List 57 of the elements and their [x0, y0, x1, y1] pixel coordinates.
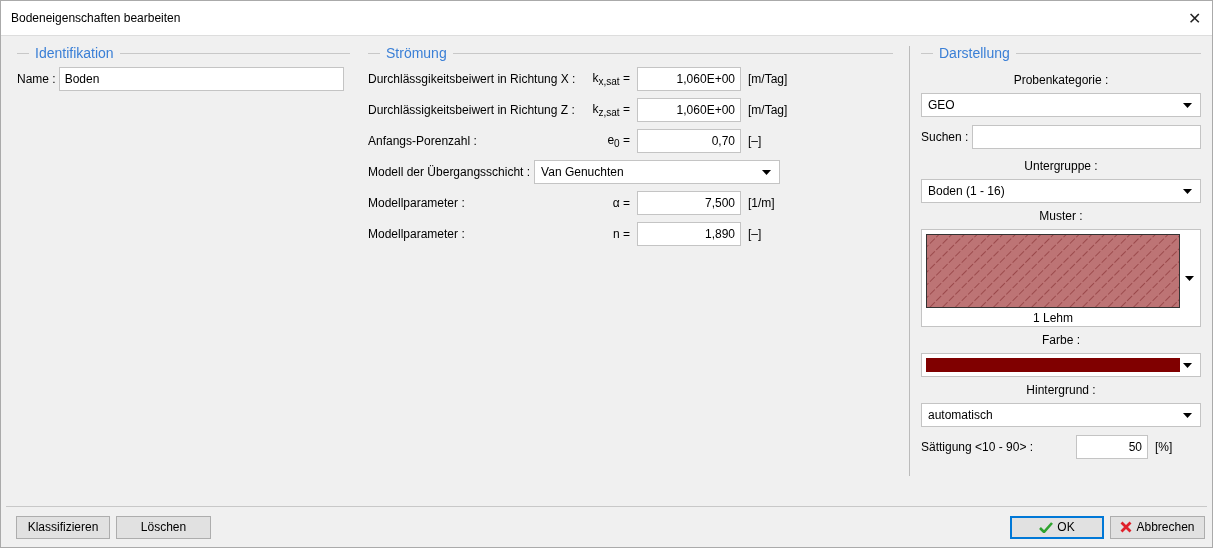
unit-label: [1/m]	[748, 196, 775, 210]
group-title: Identifikation	[34, 45, 115, 61]
window-title: Bodeneigenschaften bearbeiten	[11, 11, 181, 25]
group-title: Darstellung	[938, 45, 1011, 61]
color-dropdown[interactable]	[921, 353, 1201, 377]
search-field[interactable]	[972, 125, 1201, 149]
caret-icon	[762, 169, 772, 175]
name-field[interactable]: Boden	[58, 67, 344, 91]
unit-label: [%]	[1155, 440, 1173, 454]
caret-icon	[1183, 188, 1192, 194]
section-label: Probenkategorie :	[1013, 73, 1109, 87]
dropdown[interactable]: automatisch	[921, 403, 1201, 427]
caret-icon	[1183, 102, 1192, 108]
footer-button[interactable]: Löschen	[116, 515, 211, 539]
caret-icon	[1185, 275, 1194, 281]
value-field[interactable]: 1,060E+00	[637, 98, 741, 122]
ok-button[interactable]: OK	[1010, 515, 1104, 539]
caret-icon	[1183, 412, 1192, 418]
field-label: Anfangs-Porenzahl :	[368, 134, 478, 148]
cancel-button[interactable]: Abbrechen	[1110, 515, 1205, 539]
pattern-picker[interactable]: 1 Lehm	[921, 229, 1201, 327]
symbol-label: e$_{0}$ =	[606, 132, 630, 150]
field-label: Modellparameter :	[368, 227, 466, 241]
unit-label: [–]	[748, 134, 762, 148]
field-label: Modellparameter :	[368, 196, 466, 210]
field-label: Durchlässgikeitsbeiwert in Richtung X :	[368, 72, 577, 86]
section-label: Hintergrund :	[1026, 383, 1096, 397]
check-icon	[1039, 521, 1054, 533]
symbol-label: n =	[612, 227, 630, 241]
unit-label: [–]	[748, 227, 762, 241]
unit-label: [m/Tag]	[748, 72, 788, 86]
saturation-field[interactable]: 50	[1076, 435, 1148, 459]
value-field[interactable]: 1,890	[637, 222, 741, 246]
section-label: Farbe :	[1042, 333, 1080, 347]
field-label: Suchen :	[921, 130, 969, 144]
value-field[interactable]: 1,060E+00	[637, 67, 741, 91]
field-label: Modell der Übergangsschicht :	[368, 165, 531, 179]
cross-icon	[1120, 521, 1133, 533]
pattern-name: 1 Lehm	[1033, 310, 1073, 325]
field-label: Durchlässigkeitsbeiwert in Richtung Z :	[368, 103, 576, 117]
value-field[interactable]: 7,500	[637, 191, 741, 215]
footer-button[interactable]: Klassifizieren	[16, 515, 110, 539]
symbol-label: α =	[611, 196, 630, 210]
close-button[interactable]: ✕	[1176, 3, 1212, 33]
field-label: Name :	[17, 72, 56, 86]
unit-label: [m/Tag]	[748, 103, 788, 117]
section-label: Untergruppe :	[1024, 159, 1098, 173]
field-label: Sättigung <10 - 90> :	[921, 440, 1035, 454]
symbol-label: k$_{x,sat}$ =	[591, 70, 630, 88]
section-label: Muster :	[1039, 209, 1083, 223]
value-field[interactable]: 0,70	[637, 129, 741, 153]
dropdown[interactable]: GEO	[921, 93, 1201, 117]
caret-icon	[1183, 362, 1192, 368]
group-title: Strömung	[385, 45, 448, 61]
dropdown[interactable]: Boden (1 - 16)	[921, 179, 1201, 203]
symbol-label: k$_{z,sat}$ =	[591, 101, 630, 119]
model-dropdown[interactable]: Van Genuchten	[534, 160, 781, 184]
